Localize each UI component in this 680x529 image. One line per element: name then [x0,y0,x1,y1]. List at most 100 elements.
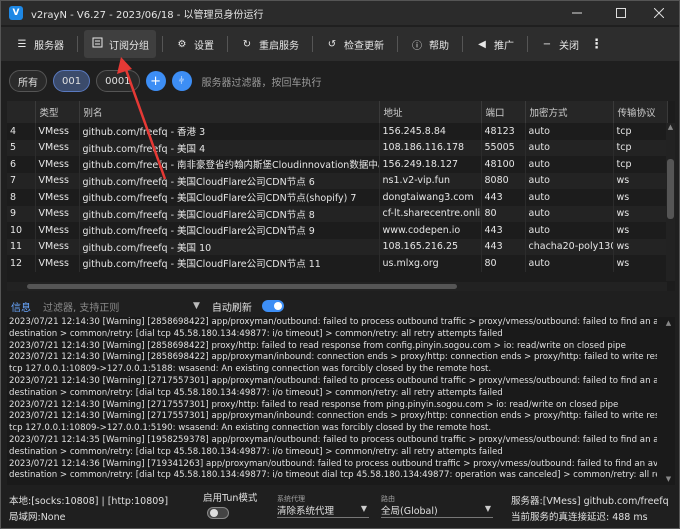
cell-type: VMess [35,205,80,222]
cell-alias: github.com/freefq - 美国CloudFlare公司CDN节点 … [79,255,380,272]
group-chip-all[interactable]: 所有 [9,70,47,92]
menu-icon: ☰ [17,38,27,50]
log-line: destination > common/retry: [dial tcp 45… [9,328,503,339]
window-title: v2rayN - V6.27 - 2023/06/18 - 以管理员身份运行 [31,9,264,21]
current-server-status: 服务器:[VMess] github.com/freefq [511,496,669,507]
update-icon: ↺ [327,38,337,50]
log-line: 2023/07/21 12:14:36 [Warning] [719341263… [9,458,657,469]
table-scroll-thumb[interactable] [667,159,674,219]
log-line: 2023/07/21 12:14:30 [Warning] [271755730… [9,399,619,410]
main-window: V v2rayN - V6.27 - 2023/06/18 - 以管理员身份运行… [0,0,680,529]
table-row[interactable]: 5 VMess github.com/freefq - 美国 4 108.186.11… [7,139,668,156]
close-app-button[interactable]: − 关闭 [534,30,586,58]
cell-network: tcp [613,139,668,156]
cell-security: auto [525,123,614,140]
column-header-type[interactable]: 类型 [35,101,80,123]
promote-button[interactable]: ◀ 推广 [469,30,521,58]
column-header-alias[interactable]: 别名 [79,101,380,123]
column-header-address[interactable]: 地址 [379,101,482,123]
table-header-row: 类型 别名 地址 端口 加密方式 传输协议 [7,101,668,123]
table-row[interactable]: 11 VMess github.com/freefq - 美国 10 108.165.… [7,238,668,255]
minus-icon: − [542,38,552,50]
cell-network: tcp [613,123,668,140]
routing-select[interactable]: 全局(Global) ▼ [381,503,493,518]
cell-security: auto [525,255,614,272]
edit-group-button[interactable]: ⫩ [171,71,192,91]
cell-security: auto [525,156,614,173]
log-output[interactable]: 2023/07/21 12:14:30 [Warning] [285869842… [7,317,675,485]
settings-label: 设置 [194,40,214,52]
log-line: 2023/07/21 12:14:30 [Warning] [285869842… [9,340,626,351]
more-options-button[interactable]: ⋮ [586,30,607,58]
log-vertical-scrollbar[interactable]: ▲ ▼ [664,319,673,483]
table-row[interactable]: 7 VMess github.com/freefq - 美国CloudFlare公司… [7,172,668,189]
cell-type: VMess [35,222,80,239]
restart-label: 重启服务 [259,40,299,52]
sysproxy-value: 清除系统代理 [277,506,335,517]
check-update-button[interactable]: ↺ 检查更新 [319,30,391,58]
scroll-up-icon[interactable]: ▲ [664,319,673,327]
auto-refresh-toggle[interactable] [261,300,284,312]
cell-alias: github.com/freefq - 美国 10 [79,238,380,255]
cell-port: 80 [481,205,526,222]
cell-address: 108.186.116.178 [379,139,482,156]
tun-mode-toggle[interactable] [207,507,229,519]
table-row[interactable]: 10 VMess github.com/freefq - 美国CloudFlare公… [7,222,668,239]
minimize-icon [572,12,582,14]
cell-port: 8080 [481,172,526,189]
cell-index: 10 [7,222,36,239]
table-vertical-scrollbar[interactable]: ▲ [666,123,675,281]
column-header-index[interactable] [7,101,36,123]
v2rayn-logo-icon: V [9,6,23,20]
column-header-port[interactable]: 端口 [481,101,526,123]
scroll-up-icon[interactable]: ▲ [666,123,675,131]
maximize-button[interactable] [601,1,641,25]
log-line: 2023/07/21 12:14:30 [Warning] [285869842… [9,352,657,363]
cell-address: 108.165.216.25 [379,238,482,255]
add-group-button[interactable]: + [145,71,166,91]
toolbar-divider [462,36,463,52]
minimize-button[interactable] [557,1,597,25]
log-line: 2023/07/21 12:14:30 [Warning] [271755730… [9,411,657,422]
server-filter-input[interactable]: 服务器过滤器，按回车执行 [202,71,502,91]
status-bar: 本地:[socks:10808] | [http:10809] 局域网:None… [1,489,679,528]
cell-type: VMess [35,189,80,206]
cell-type: VMess [35,255,80,272]
cell-type: VMess [35,172,80,189]
cell-index: 11 [7,238,36,255]
cell-index: 7 [7,172,36,189]
log-line: tcp 127.0.0.1:10809->127.0.0.1:5190: wsa… [9,423,492,434]
cell-port: 80 [481,255,526,272]
close-window-button[interactable] [639,1,679,25]
cell-port: 48100 [481,156,526,173]
log-filter-dropdown-icon[interactable]: ▼ [193,301,200,311]
log-line: destination > common/retry: [dial tcp 45… [9,446,503,457]
restart-service-button[interactable]: ↻ 重启服务 [234,30,306,58]
cell-network: ws [613,172,668,189]
log-tab-info[interactable]: 信息 [11,299,31,314]
table-horizontal-scrollbar[interactable] [7,282,667,291]
table-row[interactable]: 12 VMess github.com/freefq - 美国CloudFlare公… [7,255,668,272]
servers-button[interactable]: ☰ 服务器 [9,30,71,58]
cell-network: ws [613,255,668,272]
table-hscroll-thumb[interactable] [27,284,457,289]
promote-label: 推广 [494,40,514,52]
help-button[interactable]: ⓘ 帮助 [404,30,456,58]
group-chip-001[interactable]: 001 [53,70,91,92]
column-header-security[interactable]: 加密方式 [525,101,614,123]
gear-icon: ⚙ [177,38,187,50]
sysproxy-select[interactable]: 清除系统代理 ▼ [277,503,369,518]
column-header-network[interactable]: 传输协议 [613,101,668,123]
cell-port: 443 [481,238,526,255]
scroll-down-icon[interactable]: ▼ [664,475,673,483]
table-row[interactable]: 8 VMess github.com/freefq - 美国CloudFlare公司… [7,189,668,206]
log-filter-input[interactable]: 过滤器, 支持正则 [43,299,193,314]
group-chip-0001[interactable]: 0001 [96,70,140,92]
cell-index: 5 [7,139,36,156]
table-row[interactable]: 4 VMess github.com/freefq - 香港 3 156.245.8.… [7,123,668,140]
lan-status: 局域网:None [9,512,66,523]
table-row[interactable]: 6 VMess github.com/freefq - 南非豪登省约翰内斯堡Clou… [7,156,668,173]
subscription-button[interactable]: 订阅分组 [84,30,156,58]
settings-button[interactable]: ⚙ 设置 [169,30,221,58]
table-row[interactable]: 9 VMess github.com/freefq - 美国CloudFlare公司… [7,205,668,222]
